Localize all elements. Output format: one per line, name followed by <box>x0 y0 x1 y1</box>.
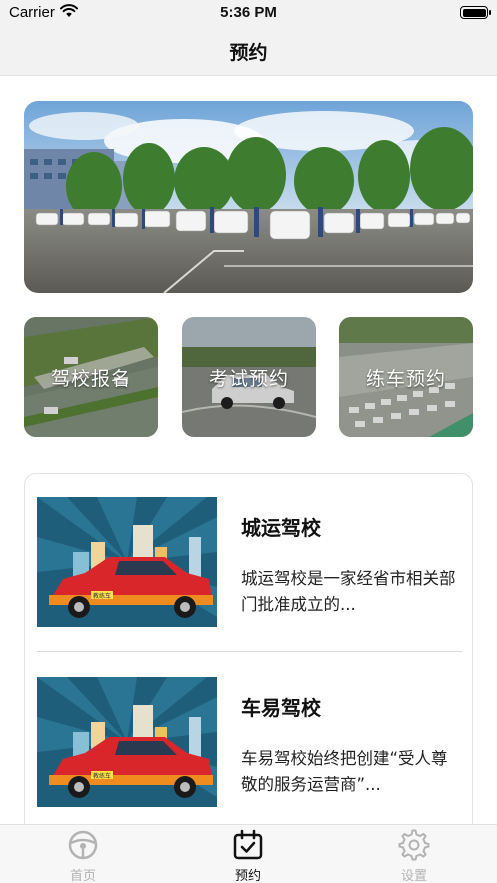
school-thumbnail: 教练车 <box>37 497 217 627</box>
divider <box>37 651 462 652</box>
quick-entry-label: 考试预约 <box>208 368 289 390</box>
battery-icon <box>460 6 491 19</box>
school-description: 城运驾校是一家经省市相关部门批准成立的... <box>241 569 456 614</box>
school-description: 车易驾校始终把创建“受人尊敬的服务运营商”... <box>241 749 448 794</box>
tab-settings[interactable]: 设置 <box>364 825 464 883</box>
school-name: 车易驾校 <box>241 696 321 720</box>
battery-fill <box>462 8 486 17</box>
quick-entry-exam-booking[interactable]: 考试预约 <box>182 317 316 437</box>
school-thumbnail: 教练车 <box>37 677 217 807</box>
car-sign: 教练车 <box>93 592 111 600</box>
status-bar: Carrier 5:36 PM <box>0 0 497 26</box>
page-title: 预约 <box>229 42 268 64</box>
quick-entry-practice-booking[interactable]: 练车预约 <box>339 317 473 437</box>
tab-label: 预约 <box>234 869 261 883</box>
car-sign: 教练车 <box>93 772 111 780</box>
school-list-item[interactable]: 教练车 城运驾校 城运驾校是一家经省市相关部门批准成立的... <box>25 474 472 654</box>
calendar-check-icon <box>233 829 263 860</box>
school-list-item[interactable]: 教练车 车易驾校 车易驾校始终把创建“受人尊敬的服务运营商”... <box>25 654 472 834</box>
school-name: 城运驾校 <box>241 516 321 540</box>
tab-label: 首页 <box>69 869 96 883</box>
tab-label: 设置 <box>400 869 427 883</box>
steering-wheel-icon <box>68 830 98 860</box>
quick-entry-label: 驾校报名 <box>50 368 131 390</box>
status-time: 5:36 PM <box>220 4 277 21</box>
tab-bar: 首页 预约 设置 <box>0 824 497 883</box>
school-list: 教练车 城运驾校 城运驾校是一家经省市相关部门批准成立的... 教练车 车易驾校… <box>24 473 473 853</box>
gear-icon <box>398 829 430 861</box>
banner-image[interactable] <box>24 101 473 293</box>
quick-entry-enroll[interactable]: 驾校报名 <box>24 317 158 437</box>
quick-entry-label: 练车预约 <box>365 368 446 390</box>
navigation-bar: 预约 <box>0 26 497 76</box>
tab-booking[interactable]: 预约 <box>198 825 298 883</box>
tab-home[interactable]: 首页 <box>33 825 133 883</box>
